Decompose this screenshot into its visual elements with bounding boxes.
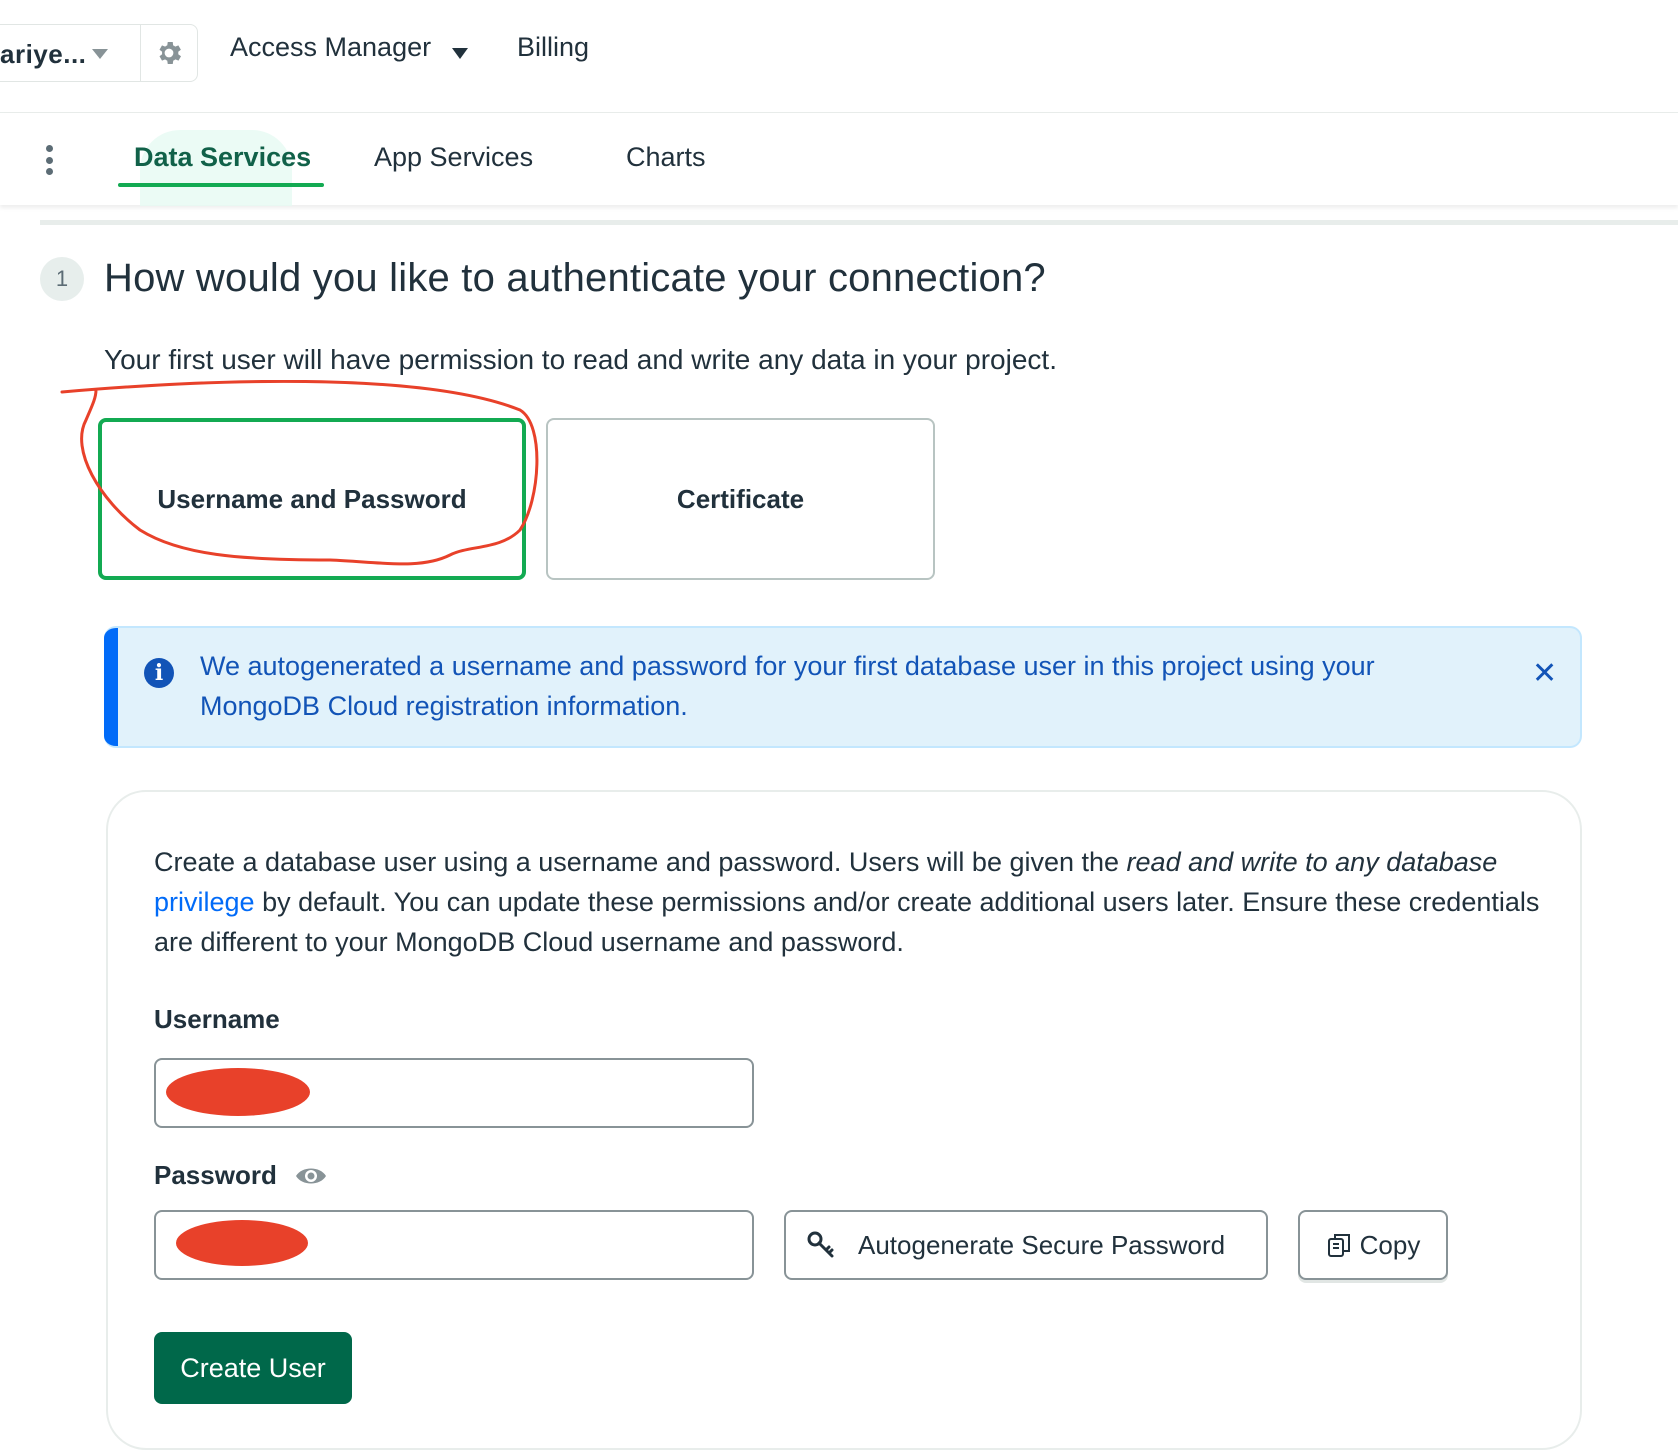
caret-down-icon[interactable] bbox=[452, 48, 468, 59]
info-icon: i bbox=[144, 658, 174, 688]
description-emphasis: read and write to any database bbox=[1126, 847, 1498, 877]
autogenerate-password-button[interactable]: Autogenerate Secure Password bbox=[784, 1210, 1268, 1280]
gear-icon bbox=[159, 42, 181, 64]
tab-app-services[interactable]: App Services bbox=[374, 142, 533, 173]
copy-icon bbox=[1327, 1234, 1350, 1257]
divider bbox=[40, 220, 1678, 225]
page-title: How would you like to authenticate your … bbox=[104, 256, 1046, 300]
copy-label: Copy bbox=[1359, 1229, 1421, 1260]
redaction-mark bbox=[176, 1220, 308, 1266]
close-icon[interactable]: ✕ bbox=[1532, 656, 1557, 691]
step-number-badge: 1 bbox=[40, 257, 84, 301]
organization-settings-button[interactable] bbox=[140, 24, 198, 82]
key-icon bbox=[807, 1231, 834, 1258]
organization-name: ariye... bbox=[0, 39, 87, 69]
copy-password-button[interactable]: Copy bbox=[1298, 1210, 1448, 1280]
info-banner: i We autogenerated a username and passwo… bbox=[104, 626, 1582, 748]
banner-accent-bar bbox=[104, 628, 118, 746]
autogenerate-label: Autogenerate Secure Password bbox=[858, 1229, 1226, 1260]
organization-selector[interactable]: ariye... bbox=[0, 24, 141, 82]
chevron-down-icon bbox=[92, 49, 108, 59]
privilege-link[interactable]: privilege bbox=[154, 887, 255, 917]
active-tab-indicator bbox=[118, 183, 324, 187]
username-label: Username bbox=[154, 1004, 280, 1034]
banner-message: We autogenerated a username and password… bbox=[200, 651, 1375, 721]
nav-access-manager[interactable]: Access Manager bbox=[230, 32, 431, 63]
tab-charts[interactable]: Charts bbox=[626, 142, 706, 173]
tab-data-services[interactable]: Data Services bbox=[134, 142, 311, 173]
description-text: Create a database user using a username … bbox=[154, 847, 1127, 877]
password-label: Password bbox=[154, 1160, 277, 1190]
auth-option-certificate[interactable]: Certificate bbox=[546, 418, 935, 580]
redaction-mark bbox=[166, 1068, 310, 1116]
eye-icon[interactable] bbox=[294, 1162, 328, 1190]
auth-option-username-password[interactable]: Username and Password bbox=[98, 418, 526, 580]
nav-billing[interactable]: Billing bbox=[517, 32, 589, 63]
more-options-icon[interactable] bbox=[44, 145, 54, 175]
description-text-continued: by default. You can update these permiss… bbox=[154, 887, 1540, 957]
page-subtitle: Your first user will have permission to … bbox=[104, 344, 1057, 375]
create-user-button[interactable]: Create User bbox=[154, 1332, 352, 1404]
create-user-description: Create a database user using a username … bbox=[154, 842, 1554, 962]
